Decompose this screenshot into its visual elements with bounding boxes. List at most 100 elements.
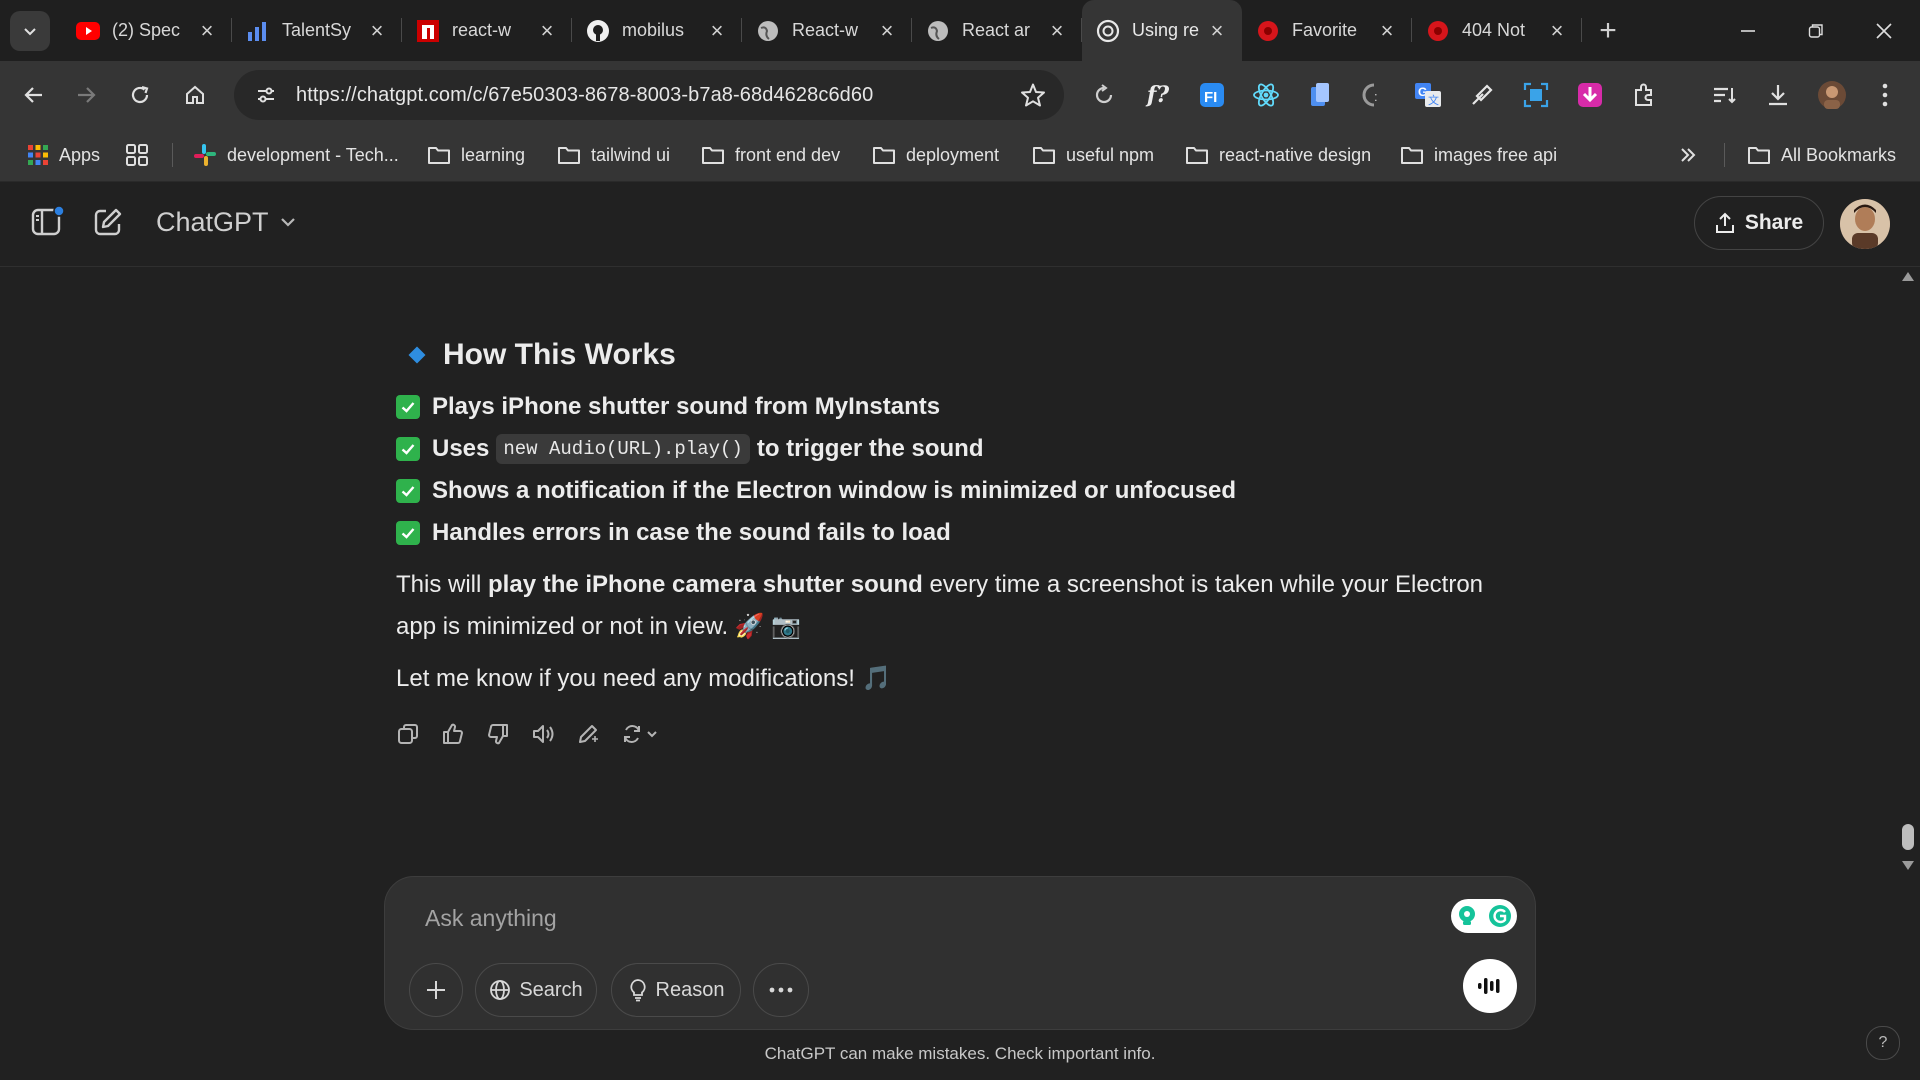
extensions-puzzle-icon[interactable] [1627, 78, 1661, 112]
bookmark-star-icon[interactable] [1020, 82, 1046, 113]
reason-button[interactable]: Reason [611, 963, 741, 1017]
home-button[interactable] [175, 75, 215, 115]
address-bar[interactable]: https://chatgpt.com/c/67e50303-8678-8003… [234, 70, 1064, 120]
close-icon[interactable]: × [1046, 18, 1068, 44]
bookmark-folder-npm[interactable]: useful npm [1032, 141, 1154, 169]
bookmark-folder-react-native[interactable]: react-native design [1185, 141, 1371, 169]
globe-icon [756, 19, 780, 43]
new-chat-button[interactable] [88, 202, 128, 242]
globe-icon [490, 980, 511, 1000]
close-icon[interactable]: × [536, 18, 558, 44]
browser-tab-active[interactable]: Using re × [1082, 0, 1242, 61]
sidebar-toggle-button[interactable] [27, 202, 67, 242]
extension-sync-icon[interactable] [1087, 78, 1121, 112]
screenshot-capture-icon[interactable] [1519, 78, 1553, 112]
bookmark-label: deployment [906, 144, 1000, 165]
minimize-icon [1741, 29, 1755, 32]
close-icon[interactable]: × [196, 18, 218, 44]
more-tools-button[interactable] [753, 963, 809, 1017]
bookmark-folder-learning[interactable]: learning [427, 141, 525, 169]
close-icon[interactable]: × [1376, 18, 1398, 44]
folder-icon [1748, 147, 1770, 164]
search-button[interactable]: Search [475, 963, 597, 1017]
model-selector[interactable]: ChatGPT [156, 202, 297, 242]
copy-button[interactable] [396, 714, 441, 754]
browser-tab[interactable]: React ar × [912, 0, 1082, 61]
tab-title: 404 Not [1462, 20, 1526, 40]
scroll-down-arrow[interactable] [1902, 861, 1914, 870]
close-icon[interactable]: × [876, 18, 898, 44]
browser-tab[interactable]: TalentSy × [232, 0, 402, 61]
scrollbar-thumb[interactable] [1902, 824, 1914, 850]
extension-css-icon[interactable]: : [1357, 78, 1391, 112]
close-icon[interactable]: × [1206, 18, 1228, 44]
extension-fi-icon[interactable]: FI [1195, 78, 1229, 112]
download-manager-icon[interactable] [1573, 78, 1607, 112]
restore-button[interactable] [1782, 0, 1850, 61]
search-label: Search [519, 978, 583, 1001]
edit-canvas-button[interactable] [576, 714, 621, 754]
list-item: Handles errors in case the sound fails t… [396, 512, 1516, 554]
read-aloud-button[interactable] [531, 714, 576, 754]
browser-tab[interactable]: 404 Not × [1412, 0, 1582, 61]
reload-button[interactable] [120, 75, 160, 115]
bookmark-development[interactable]: development - Tech... [193, 141, 399, 169]
react-devtools-icon[interactable] [1249, 78, 1283, 112]
folder-icon [558, 147, 580, 164]
tab-groups-button[interactable] [125, 141, 159, 169]
browser-tab[interactable]: (2) Spec × [62, 0, 232, 61]
scroll-up-arrow[interactable] [1902, 272, 1914, 281]
regenerate-button[interactable] [621, 714, 675, 754]
new-tab-button[interactable]: + [1588, 14, 1628, 48]
profile-avatar-icon[interactable] [1815, 78, 1849, 112]
tab-title: Favorite [1292, 20, 1358, 40]
bookmark-label: learning [461, 144, 526, 165]
close-icon[interactable]: × [366, 18, 388, 44]
double-chevron-right-icon [1681, 148, 1696, 162]
refresh-icon [624, 725, 657, 743]
tab-title: Using re [1132, 20, 1200, 40]
close-icon[interactable]: × [1546, 18, 1568, 44]
bookmark-folder-deployment[interactable]: deployment [872, 141, 999, 169]
browser-tab[interactable]: react-w × [402, 0, 572, 61]
speaker-icon [533, 725, 554, 743]
eyedropper-icon[interactable] [1465, 78, 1499, 112]
extension-font-icon[interactable]: f? [1141, 78, 1175, 112]
share-button[interactable]: Share [1694, 196, 1824, 250]
browser-tab[interactable]: Favorite × [1242, 0, 1412, 61]
chart-logo-icon [246, 19, 270, 43]
browser-tab[interactable]: mobilus × [572, 0, 742, 61]
user-avatar[interactable] [1840, 199, 1890, 249]
list-item-text: Handles errors in case the sound fails t… [432, 519, 951, 546]
tab-title: React ar [962, 20, 1031, 40]
translate-icon[interactable]: G文 [1411, 78, 1445, 112]
prompt-input[interactable]: Ask anything [425, 905, 557, 932]
thumbs-down-button[interactable] [486, 714, 531, 754]
back-button[interactable] [14, 75, 54, 115]
close-icon[interactable]: × [706, 18, 728, 44]
voice-mode-button[interactable] [1463, 959, 1517, 1013]
tab-search-button[interactable] [10, 10, 50, 51]
tab-title: (2) Spec [112, 20, 181, 40]
extension-copy-icon[interactable] [1303, 78, 1337, 112]
window-close-button[interactable] [1850, 0, 1918, 61]
all-bookmarks[interactable]: All Bookmarks [1747, 141, 1896, 169]
grammarly-widget[interactable] [1451, 899, 1517, 933]
reading-list-icon[interactable] [1707, 78, 1741, 112]
bookmark-apps[interactable]: Apps [27, 141, 100, 169]
home-icon [186, 85, 204, 104]
help-button[interactable]: ? [1866, 1026, 1900, 1060]
paragraph-text: This will [396, 571, 489, 598]
bookmark-folder-frontend[interactable]: front end dev [701, 141, 840, 169]
attach-button[interactable] [409, 963, 463, 1017]
thumbs-up-button[interactable] [441, 714, 486, 754]
browser-tab[interactable]: React-w × [742, 0, 912, 61]
bookmark-folder-tailwind[interactable]: tailwind ui [557, 141, 670, 169]
forward-button[interactable] [66, 75, 106, 115]
more-vertical-icon[interactable] [1868, 78, 1902, 112]
download-icon[interactable] [1761, 78, 1795, 112]
minimize-button[interactable] [1714, 0, 1782, 61]
site-info-icon[interactable] [246, 75, 286, 115]
bookmark-folder-images[interactable]: images free api [1400, 141, 1557, 169]
bookmarks-overflow-button[interactable] [1678, 141, 1708, 169]
